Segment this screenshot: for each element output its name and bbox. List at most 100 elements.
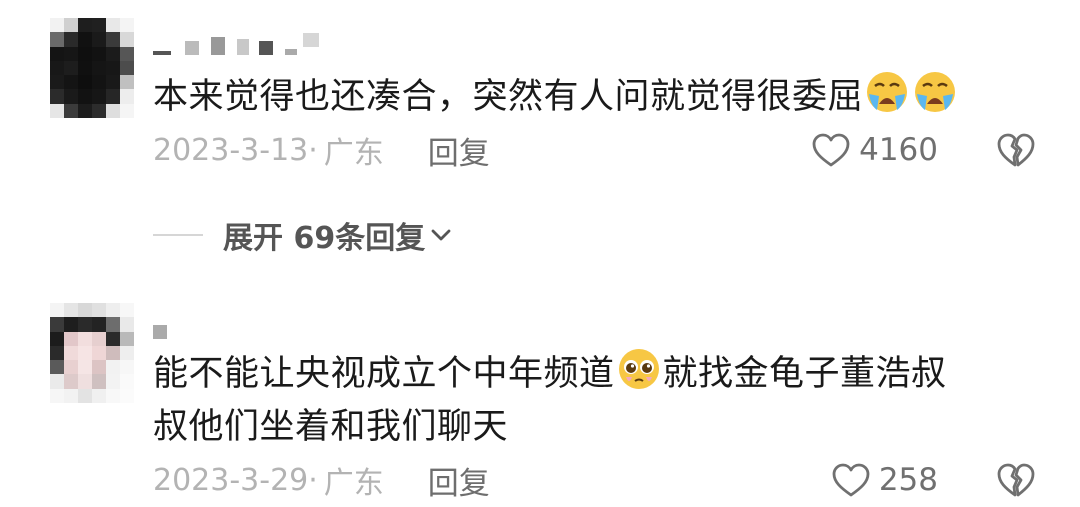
comment-text: 本来觉得也还凑合，突然有人问就觉得很委屈 xyxy=(153,70,1033,124)
like-button[interactable]: 4160 xyxy=(811,130,938,170)
avatar-pixel xyxy=(120,303,134,318)
avatar-pixel xyxy=(92,331,106,346)
avatar-pixel xyxy=(64,75,78,90)
avatar-pixel xyxy=(78,75,92,90)
avatar-pixel xyxy=(50,360,64,375)
avatar-pixel xyxy=(106,317,120,332)
avatar-pixel xyxy=(92,46,106,61)
avatar-pixel xyxy=(64,345,78,361)
avatar-pixel xyxy=(64,89,78,104)
avatar-pixel xyxy=(106,32,120,47)
broken-heart-icon[interactable] xyxy=(996,460,1036,500)
avatar-pixel xyxy=(64,303,78,318)
like-count: 258 xyxy=(878,462,938,498)
avatar-pixel xyxy=(78,345,92,361)
avatar-pixel xyxy=(50,60,64,76)
avatar-pixel xyxy=(120,331,134,346)
avatar-pixel xyxy=(106,103,120,118)
avatar-pixel xyxy=(50,75,64,90)
avatar-pixel xyxy=(106,60,120,76)
avatar-pixel xyxy=(50,89,64,104)
avatar-pixel xyxy=(120,32,134,47)
avatar-pixel xyxy=(92,388,106,403)
avatar-pixel xyxy=(92,60,106,76)
comment-location: 广东 xyxy=(323,466,384,501)
avatar-pixel xyxy=(106,360,120,375)
avatar-pixel xyxy=(120,60,134,76)
avatar-pixel xyxy=(120,46,134,61)
username-obscured[interactable] xyxy=(153,317,167,339)
avatar-pixel xyxy=(78,388,92,403)
comment-text-line1-start: 能不能让央视成立个中年频道 xyxy=(153,354,615,394)
reply-button[interactable]: 回复 xyxy=(428,458,490,503)
avatar-pixel xyxy=(92,18,106,33)
avatar-pixel xyxy=(78,103,92,118)
reply-button[interactable]: 回复 xyxy=(428,128,490,173)
avatar-pixel xyxy=(106,303,120,318)
avatar-pixel xyxy=(92,360,106,375)
comment-location: 广东 xyxy=(323,136,384,171)
avatar-pixel xyxy=(64,103,78,118)
avatar-pixel xyxy=(92,303,106,318)
avatar-pixel xyxy=(64,374,78,389)
pleading-face-icon xyxy=(618,349,659,389)
avatar-pixel xyxy=(120,345,134,361)
avatar-pixel xyxy=(92,75,106,90)
avatar-pixel xyxy=(78,89,92,104)
avatar-pixel xyxy=(120,360,134,375)
avatar-pixel xyxy=(78,331,92,346)
avatar-pixel xyxy=(78,18,92,33)
avatar-pixel xyxy=(78,317,92,332)
comment-meta: 2023-3-29· 广东 回复 xyxy=(153,458,490,503)
expand-divider xyxy=(153,234,203,236)
avatar-pixel xyxy=(106,345,120,361)
like-count: 4160 xyxy=(859,132,938,168)
avatar[interactable] xyxy=(50,18,134,118)
avatar-pixel xyxy=(92,89,106,104)
avatar-pixel xyxy=(120,89,134,104)
comment-meta: 2023-3-13· 广东 回复 xyxy=(153,128,490,173)
avatar-pixel xyxy=(64,360,78,375)
avatar-pixel xyxy=(120,75,134,90)
avatar-pixel xyxy=(106,89,120,104)
avatar-pixel xyxy=(106,75,120,90)
avatar-pixel xyxy=(106,18,120,33)
heart-outline-icon xyxy=(832,463,870,497)
comment-text: 能不能让央视成立个中年频道 就找金龟子董浩叔 叔他们坐着和我们聊天 xyxy=(153,347,1033,454)
avatar-pixel xyxy=(50,103,64,118)
avatar-pixel xyxy=(78,32,92,47)
username-obscured[interactable] xyxy=(153,33,319,55)
avatar-pixel xyxy=(50,388,64,403)
avatar-pixel xyxy=(92,317,106,332)
avatar[interactable] xyxy=(50,303,134,403)
avatar-pixel xyxy=(50,374,64,389)
comment-text-line1-end: 就找金龟子董浩叔 xyxy=(662,354,947,394)
avatar-pixel xyxy=(120,374,134,389)
avatar-pixel xyxy=(64,388,78,403)
broken-heart-icon[interactable] xyxy=(996,130,1036,170)
loudly-crying-face-icon xyxy=(867,72,908,112)
avatar-pixel xyxy=(92,345,106,361)
avatar-pixel xyxy=(50,18,64,33)
avatar-pixel xyxy=(78,374,92,389)
avatar-pixel xyxy=(120,103,134,118)
avatar-pixel xyxy=(50,46,64,61)
avatar-pixel xyxy=(64,331,78,346)
avatar-pixel xyxy=(50,317,64,332)
like-button[interactable]: 258 xyxy=(831,460,938,500)
avatar-pixel xyxy=(106,331,120,346)
avatar-pixel xyxy=(106,46,120,61)
comment-text-line2: 叔他们坐着和我们聊天 xyxy=(153,407,509,447)
heart-outline-icon xyxy=(812,133,850,167)
avatar-pixel xyxy=(78,60,92,76)
avatar-pixel xyxy=(92,32,106,47)
loudly-crying-face-icon xyxy=(915,72,956,112)
expand-replies-label: 展开 69条回复 xyxy=(223,221,426,256)
avatar-pixel xyxy=(64,46,78,61)
expand-replies-button[interactable]: 展开 69条回复 xyxy=(153,215,453,256)
avatar-pixel xyxy=(64,60,78,76)
avatar-pixel xyxy=(106,388,120,403)
avatar-pixel xyxy=(92,374,106,389)
comment-date: 2023-3-29· xyxy=(153,462,318,498)
avatar-pixel xyxy=(64,317,78,332)
